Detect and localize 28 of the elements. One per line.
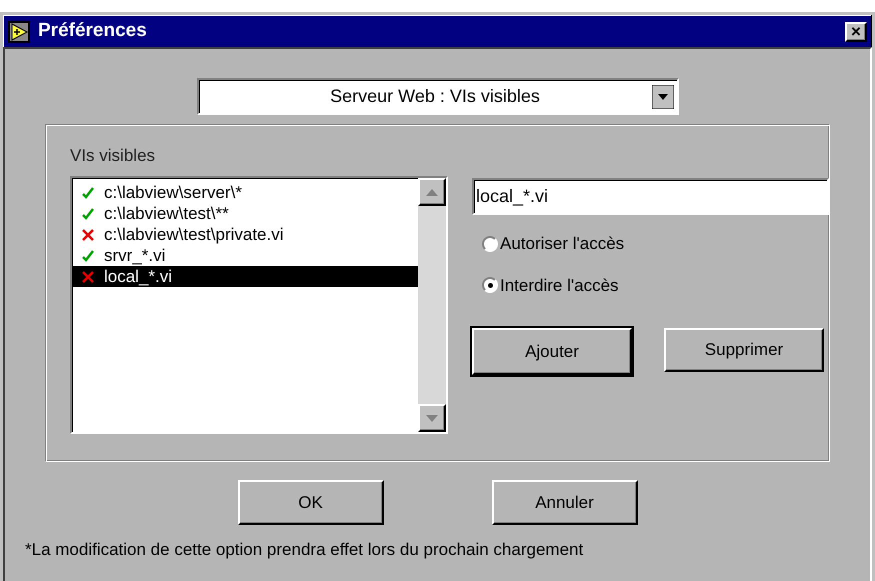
dialog-button[interactable]: OK <box>238 480 384 525</box>
close-button[interactable]: × <box>845 22 867 42</box>
radio-option[interactable]: Autoriser l'accès <box>482 231 829 256</box>
scrollbar[interactable] <box>418 178 446 432</box>
scroll-up-icon <box>426 188 438 196</box>
action-button[interactable]: Supprimer <box>664 328 824 372</box>
category-dropdown[interactable]: Serveur Web : VIs visibles <box>196 78 678 115</box>
list-item[interactable]: srvr_*.vi <box>72 245 418 266</box>
footnote-text: *La modification de cette option prendra effet lors du prochain chargement <box>25 539 584 561</box>
window-title: Préférences <box>38 19 147 44</box>
list-item[interactable]: c:\labview\test\private.vi <box>72 224 418 245</box>
pattern-field[interactable]: local_*.vi <box>472 178 829 215</box>
vi-listbox[interactable]: c:\labview\server\* c:\labview\test\** c:\labview\test\private.vi srvr_*.vi local_*.vi <box>70 176 448 434</box>
cross-icon <box>82 228 94 240</box>
list-item[interactable]: c:\labview\test\** <box>72 203 418 224</box>
radio-option[interactable]: Interdire l'accès <box>482 272 829 298</box>
list-label: VIs visibles <box>70 147 156 164</box>
action-button[interactable]: Ajouter <box>472 328 632 375</box>
list-item[interactable]: local_*.vi <box>72 266 418 287</box>
dialog-button[interactable]: Annuler <box>492 480 638 525</box>
scroll-down-icon <box>426 414 438 422</box>
list-item[interactable]: c:\labview\server\* <box>72 182 418 203</box>
cross-icon <box>82 270 94 282</box>
check-icon <box>82 250 94 262</box>
check-icon <box>82 186 94 198</box>
app-icon <box>8 20 30 42</box>
check-icon <box>82 208 94 220</box>
dropdown-arrow-icon <box>652 84 674 108</box>
